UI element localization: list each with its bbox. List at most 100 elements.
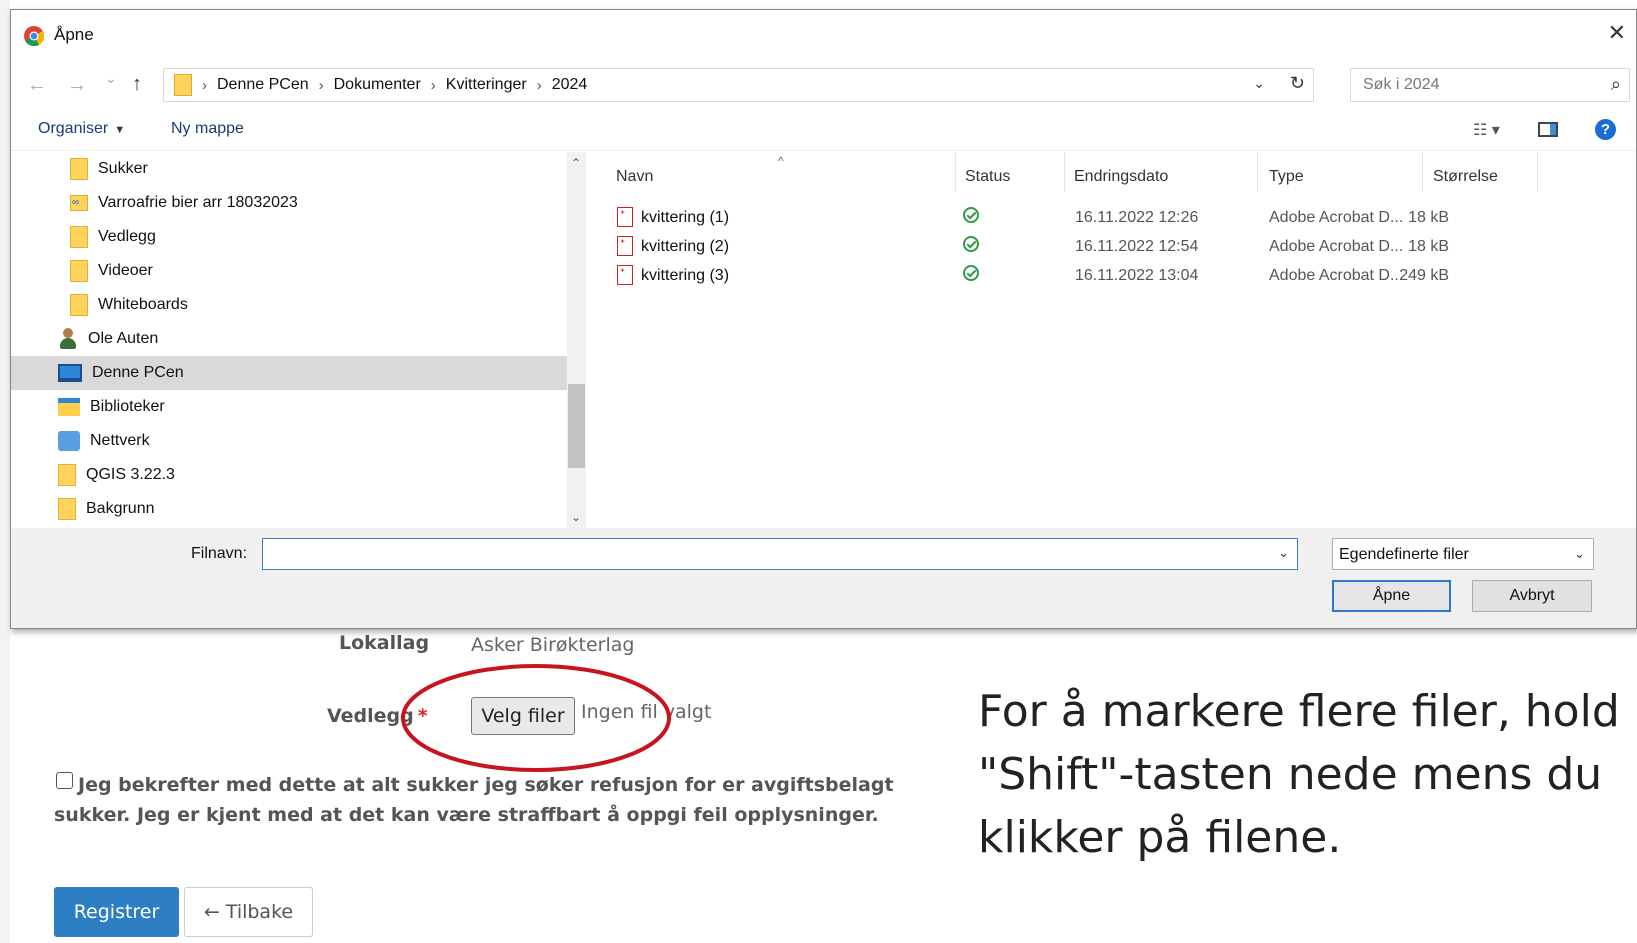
breadcrumb-separator: › [202,76,207,94]
page-margin [0,0,10,943]
view-options-icon[interactable]: ☷ ▾ [1473,120,1500,140]
back-label: Tilbake [225,901,294,923]
column-divider[interactable] [1422,152,1423,192]
pdf-file-icon [617,265,633,285]
address-bar[interactable]: › Denne PCen › Dokumenter › Kvitteringer… [163,68,1314,102]
column-divider[interactable] [955,152,956,192]
filetype-select[interactable]: Egendefinerte filer ⌄ [1332,538,1594,570]
file-date: 16.11.2022 12:26 [1075,209,1199,226]
filename-input[interactable] [267,539,1261,569]
scrollbar-thumb[interactable] [568,384,585,468]
attachment-label: Vedlegg * [327,705,428,727]
sidebar-item-label: Bakgrunn [86,500,155,517]
file-type: Adobe Acrobat D... [1269,267,1404,284]
back-button[interactable]: ← Tilbake [184,887,313,937]
breadcrumb-dokumenter[interactable]: Dokumenter [334,76,421,94]
close-icon[interactable]: ✕ [1608,22,1626,44]
file-name: kvittering (1) [641,209,730,226]
dialog-title: Åpne [54,25,94,44]
folder-icon [58,464,76,486]
sidebar-item-vedlegg[interactable]: Vedlegg [11,220,567,254]
preview-pane-icon[interactable] [1538,122,1558,137]
chrome-icon [24,26,44,46]
local-label: Lokallag [339,632,430,654]
search-icon[interactable]: ⌕ [1611,74,1621,95]
file-row[interactable]: kvittering (1) 16.11.2022 12:26 Adobe Ac… [597,204,1557,232]
help-icon[interactable]: ? [1595,119,1616,140]
dialog-footer: Filnavn: ⌄ Egendefinerte filer ⌄ Åpne Av… [11,528,1636,628]
scroll-down-icon[interactable]: ⌄ [571,510,581,524]
breadcrumb-denne-pcen[interactable]: Denne PCen [217,76,309,94]
forward-arrow-icon[interactable]: → [67,74,87,97]
sidebar-item-ole-auten[interactable]: Ole Auten [11,322,567,356]
local-value: Asker Birøkterlag [471,634,635,656]
choose-files-button[interactable]: Velg filer [471,697,575,735]
folder-icon [70,260,88,282]
navigation-pane: Sukker Varroafrie bier arr 18032023 Vedl… [11,152,586,528]
column-divider[interactable] [1537,152,1538,192]
file-date: 16.11.2022 13:04 [1075,267,1199,284]
sidebar-item-whiteboards[interactable]: Whiteboards [11,288,567,322]
sidebar-item-label: Vedlegg [98,228,156,245]
sidebar-item-bakgrunn[interactable]: Bakgrunn [11,492,567,526]
column-header-date[interactable]: Endringsdato [1074,168,1168,186]
sidebar-item-label: Whiteboards [98,296,188,313]
column-header-size[interactable]: Størrelse [1433,168,1498,186]
open-file-dialog: Åpne ✕ ← → ⌄ ↑ › Denne PCen › Dokumenter… [10,9,1637,629]
scroll-up-icon[interactable]: ⌃ [571,156,581,170]
search-input[interactable] [1361,75,1595,95]
file-name: kvittering (2) [641,238,730,255]
filename-label: Filnavn: [191,545,248,562]
sidebar-item-nettverk[interactable]: Nettverk [11,424,567,458]
folder-icon [70,226,88,248]
sidebar-item-label: Varroafrie bier arr 18032023 [98,194,298,211]
column-divider[interactable] [1257,152,1258,192]
file-size: 18 kB [1408,209,1449,226]
new-folder-button[interactable]: Ny mappe [171,120,244,138]
column-header-type[interactable]: Type [1269,168,1304,186]
back-arrow-icon[interactable]: ← [27,74,47,97]
column-header-status[interactable]: Status [965,168,1010,186]
filename-field[interactable]: ⌄ [262,538,1298,570]
linked-folder-icon [70,195,88,211]
sidebar-item-label: Videoer [98,262,153,279]
breadcrumb-2024[interactable]: 2024 [552,76,588,94]
column-header-name[interactable]: Navn [616,168,653,186]
sidebar-item-denne-pcen[interactable]: Denne PCen [11,356,567,390]
sidebar-item-qgis[interactable]: QGIS 3.22.3 [11,458,567,492]
sidebar-item-varroafrie[interactable]: Varroafrie bier arr 18032023 [11,186,567,220]
sidebar-item-biblioteker[interactable]: Biblioteker [11,390,567,424]
required-mark: * [417,705,428,727]
sidebar-item-label: Ole Auten [88,330,159,347]
recent-locations-icon[interactable]: ⌄ [105,70,117,87]
no-file-text: Ingen fil valgt [581,701,712,723]
breadcrumb-separator: › [430,76,436,94]
organize-menu[interactable]: Organiser ▼ [38,120,125,138]
chevron-down-icon[interactable]: ⌄ [1278,545,1289,561]
open-button[interactable]: Åpne [1332,580,1451,612]
chevron-down-icon[interactable]: ⌄ [1253,75,1265,92]
sidebar-item-videoer[interactable]: Videoer [11,254,567,288]
file-row[interactable]: kvittering (2) 16.11.2022 12:54 Adobe Ac… [597,233,1557,261]
sidebar-item-label: Biblioteker [90,398,165,415]
pdf-file-icon [617,236,633,256]
register-button[interactable]: Registrer [54,887,179,937]
breadcrumb-separator: › [536,76,542,94]
search-box[interactable]: ⌕ [1350,68,1630,102]
navigation-scrollbar[interactable]: ⌃ ⌄ [567,152,586,528]
pdf-file-icon [617,207,633,227]
sync-status-icon [963,207,979,223]
folder-icon [70,158,88,180]
sidebar-item-label: Nettverk [90,432,150,449]
cancel-button[interactable]: Avbryt [1472,580,1592,612]
up-arrow-icon[interactable]: ↑ [132,73,142,96]
file-row[interactable]: kvittering (3) 16.11.2022 13:04 Adobe Ac… [597,262,1557,290]
file-type: Adobe Acrobat D... [1269,209,1404,226]
breadcrumb-kvitteringer[interactable]: Kvitteringer [446,76,527,94]
sidebar-item-label: Denne PCen [92,364,184,381]
sidebar-item-sukker[interactable]: Sukker [11,152,567,186]
sort-ascending-icon: ^ [778,154,784,168]
column-divider[interactable] [1064,152,1065,192]
navigation-bar: ← → ⌄ ↑ › Denne PCen › Dokumenter › Kvit… [11,68,1636,104]
refresh-icon[interactable]: ↻ [1290,73,1305,94]
